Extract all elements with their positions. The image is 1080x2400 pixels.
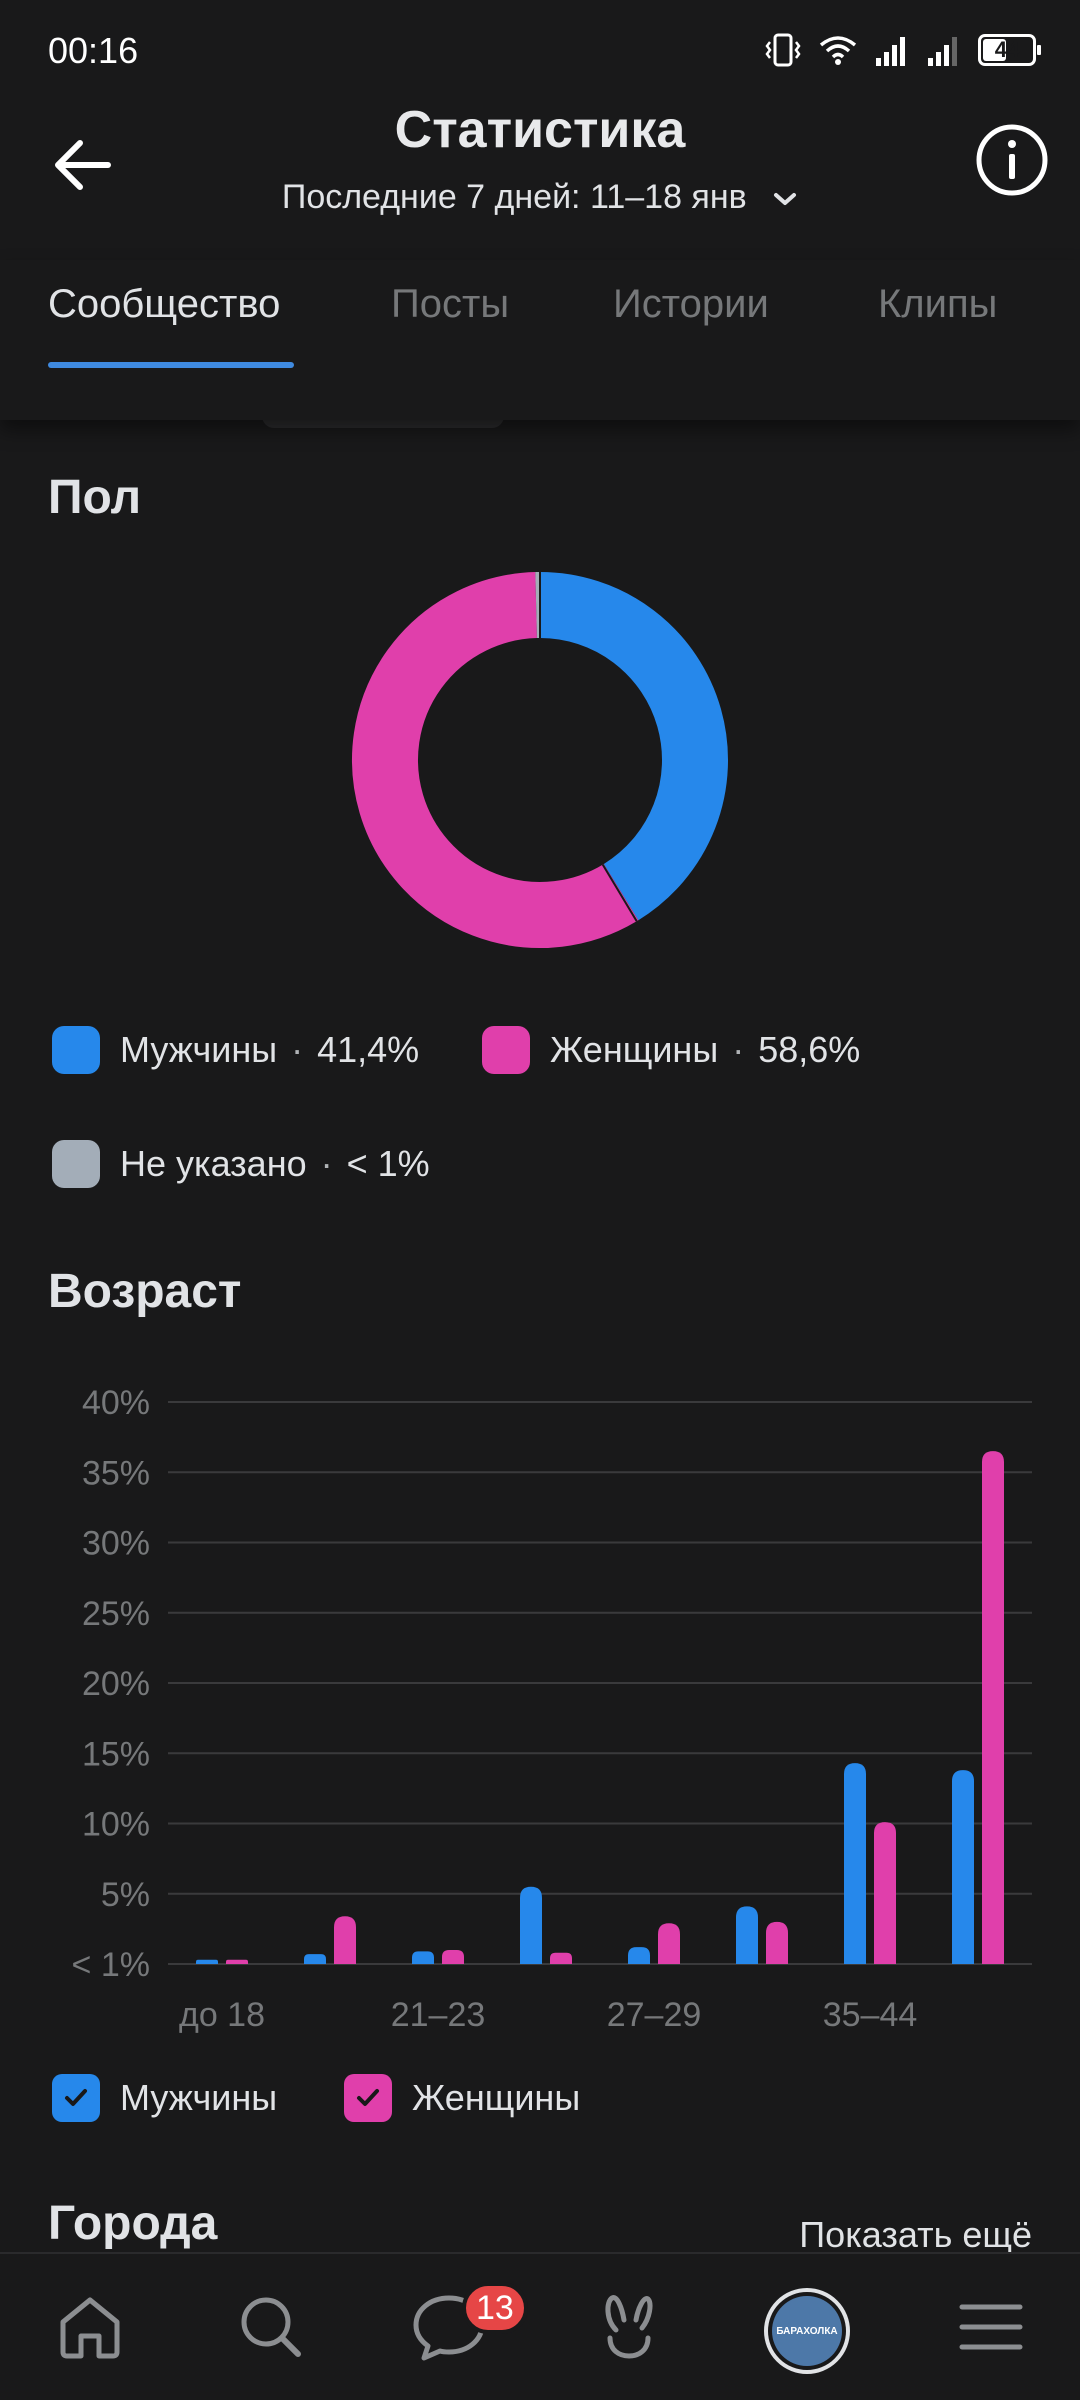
status-bar: 00:16 44	[0, 0, 1080, 100]
x-tick-label: 27–29	[607, 1996, 702, 2034]
legend-unknown-label: Не указано	[120, 1143, 307, 1184]
period-selector[interactable]: Последние 7 дней: 11–18 янв	[0, 178, 1080, 217]
chevron-down-icon	[774, 193, 797, 206]
bar-female-3[interactable]	[550, 1952, 572, 1964]
bar-male-4[interactable]	[628, 1947, 650, 1964]
bar-female-0[interactable]	[226, 1959, 248, 1964]
status-time: 00:16	[48, 30, 139, 71]
y-tick-label: 35%	[82, 1454, 150, 1492]
bar-male-1[interactable]	[304, 1954, 326, 1964]
home-icon	[60, 2297, 120, 2359]
status-icons: 44	[764, 32, 1041, 68]
age-bar-chart: < 1% 5% 10% 15% 20% 25% 30% 35% 40% до 18 21–23 27–…	[72, 1384, 1032, 2034]
nav-clips[interactable]	[584, 2282, 674, 2372]
male-checkbox[interactable]	[52, 2074, 100, 2122]
y-tick-label: 40%	[82, 1384, 150, 1422]
info-icon[interactable]	[974, 122, 1050, 198]
y-tick-label: 15%	[82, 1735, 150, 1773]
show-more-link[interactable]: Показать ещё	[799, 2214, 1032, 2256]
age-legend-female[interactable]: Женщины	[344, 2074, 580, 2122]
separator-dot: ·	[320, 1143, 333, 1184]
hamburger-menu-icon	[959, 2304, 1023, 2350]
bar-male-0[interactable]	[196, 1959, 218, 1964]
tab-bar: Сообщество Посты Истории Клипы	[0, 260, 1080, 420]
y-tick-label: < 1%	[72, 1946, 150, 1984]
bar-male-5[interactable]	[736, 1906, 758, 1964]
age-legend-female-label: Женщины	[412, 2077, 581, 2118]
gender-title: Пол	[48, 471, 142, 524]
age-title: Возраст	[48, 1265, 242, 1318]
wifi-icon	[819, 36, 857, 65]
tab-clips[interactable]: Клипы	[878, 282, 997, 327]
bar-female-4[interactable]	[658, 1923, 680, 1964]
community-avatar[interactable]: БАРАХОЛКА	[764, 2288, 850, 2374]
legend-unknown: Не указано · < 1%	[52, 1140, 430, 1188]
tab-posts[interactable]: Посты	[391, 282, 509, 327]
tab-community[interactable]: Сообщество	[48, 282, 280, 327]
y-tick-label: 10%	[82, 1806, 150, 1844]
signal-icon-2	[928, 37, 957, 66]
age-legend-male-label: Мужчины	[120, 2077, 278, 2118]
header: Статистика Последние 7 дней: 11–18 янв	[0, 100, 1080, 260]
battery-icon: 44	[978, 34, 1041, 66]
separator-dot: ·	[732, 1029, 745, 1070]
legend-male: Мужчины · 41,4%	[52, 1026, 419, 1074]
x-tick-label: 21–23	[391, 1996, 486, 2034]
age-legend-male[interactable]: Мужчины	[52, 2074, 277, 2122]
bar-female-5[interactable]	[766, 1921, 788, 1964]
y-tick-label: 5%	[101, 1876, 150, 1914]
nav-home[interactable]	[45, 2282, 135, 2372]
x-tick-label: 35–44	[823, 1996, 918, 2034]
search-icon	[241, 2297, 301, 2357]
page-title: Статистика	[394, 101, 686, 159]
donut-slice-0	[539, 572, 728, 921]
cities-title: Города	[48, 2197, 218, 2250]
checkmark-icon	[357, 2089, 379, 2106]
bottom-navigation: 13 БАРАХОЛКА	[0, 2252, 1080, 2400]
checkmark-icon	[65, 2089, 87, 2106]
y-tick-label: 20%	[82, 1665, 150, 1703]
battery-level: 44	[994, 37, 1020, 62]
legend-male-label: Мужчины	[120, 1029, 278, 1070]
active-tab-indicator	[48, 362, 294, 368]
period-label: Последние 7 дней: 11–18 янв	[281, 178, 747, 216]
vibrate-icon	[765, 33, 801, 67]
bar-female-6[interactable]	[874, 1822, 896, 1964]
female-swatch	[482, 1026, 530, 1074]
bar-male-2[interactable]	[412, 1951, 434, 1964]
bar-male-6[interactable]	[844, 1763, 866, 1964]
bar-female-1[interactable]	[334, 1916, 356, 1964]
bar-male-3[interactable]	[520, 1886, 542, 1964]
separator-dot: ·	[291, 1029, 304, 1070]
male-swatch	[52, 1026, 100, 1074]
legend-female: Женщины · 58,6%	[482, 1026, 860, 1074]
bar-female-2[interactable]	[442, 1949, 464, 1964]
nav-menu[interactable]	[946, 2282, 1036, 2372]
bunny-ears-icon	[605, 2295, 653, 2359]
messages-badge: 13	[462, 2282, 528, 2334]
y-tick-label: 30%	[82, 1525, 150, 1563]
legend-female-label: Женщины	[550, 1029, 719, 1070]
legend-male-value: 41,4%	[317, 1029, 420, 1070]
avatar-image: БАРАХОЛКА	[772, 2296, 842, 2366]
gender-donut-chart	[352, 572, 728, 948]
x-tick-label: до 18	[179, 1996, 265, 2034]
y-tick-label: 25%	[82, 1595, 150, 1633]
unknown-swatch	[52, 1140, 100, 1188]
nav-search[interactable]	[226, 2282, 316, 2372]
legend-female-value: 58,6%	[758, 1029, 861, 1070]
legend-unknown-value: < 1%	[346, 1143, 430, 1184]
bar-male-7[interactable]	[952, 1770, 974, 1964]
signal-icon	[876, 37, 905, 66]
female-checkbox[interactable]	[344, 2074, 392, 2122]
bar-female-7[interactable]	[982, 1451, 1004, 1964]
donut-slice-1	[352, 572, 639, 948]
tab-stories[interactable]: Истории	[613, 282, 769, 327]
